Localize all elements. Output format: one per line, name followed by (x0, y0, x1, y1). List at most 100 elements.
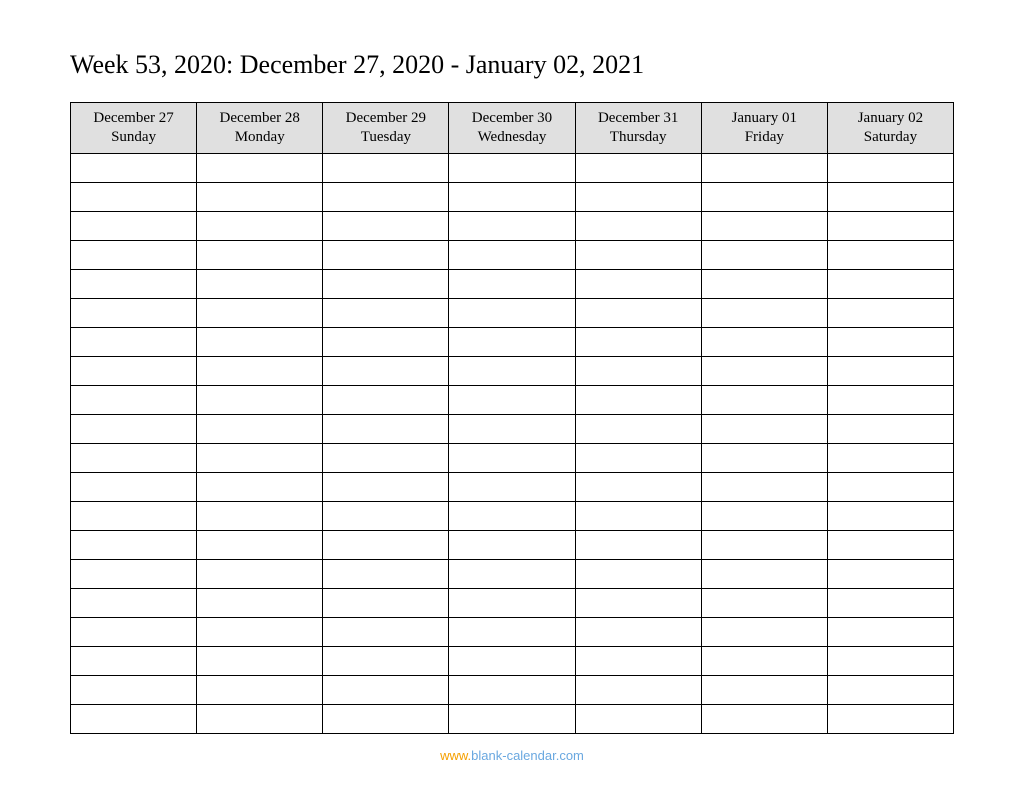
calendar-cell (449, 269, 575, 298)
calendar-cell (323, 153, 449, 182)
calendar-cell (449, 530, 575, 559)
calendar-cell (575, 675, 701, 704)
table-row (71, 269, 954, 298)
calendar-cell (701, 559, 827, 588)
calendar-cell (827, 327, 953, 356)
calendar-cell (323, 472, 449, 501)
table-row (71, 472, 954, 501)
calendar-cell (701, 153, 827, 182)
calendar-cell (323, 182, 449, 211)
calendar-cell (71, 211, 197, 240)
calendar-cell (323, 269, 449, 298)
column-header-monday: December 28 Monday (197, 103, 323, 154)
header-day: Tuesday (327, 128, 444, 147)
table-row (71, 182, 954, 211)
calendar-cell (701, 182, 827, 211)
calendar-cell (197, 240, 323, 269)
header-date: January 02 (832, 109, 949, 128)
calendar-cell (701, 298, 827, 327)
calendar-cell (323, 559, 449, 588)
header-day: Monday (201, 128, 318, 147)
calendar-cell (701, 501, 827, 530)
table-row (71, 240, 954, 269)
table-row (71, 327, 954, 356)
calendar-header-row: December 27 Sunday December 28 Monday De… (71, 103, 954, 154)
calendar-cell (575, 530, 701, 559)
column-header-sunday: December 27 Sunday (71, 103, 197, 154)
calendar-cell (323, 588, 449, 617)
calendar-cell (71, 530, 197, 559)
calendar-cell (71, 269, 197, 298)
column-header-friday: January 01 Friday (701, 103, 827, 154)
calendar-cell (701, 327, 827, 356)
table-row (71, 414, 954, 443)
calendar-cell (323, 356, 449, 385)
calendar-cell (827, 211, 953, 240)
calendar-cell (701, 385, 827, 414)
calendar-cell (71, 675, 197, 704)
calendar-cell (71, 414, 197, 443)
calendar-cell (449, 646, 575, 675)
table-row (71, 443, 954, 472)
table-row (71, 298, 954, 327)
calendar-cell (197, 298, 323, 327)
calendar-cell (197, 443, 323, 472)
calendar-cell (575, 327, 701, 356)
calendar-cell (827, 240, 953, 269)
header-date: December 28 (201, 109, 318, 128)
table-row (71, 211, 954, 240)
calendar-cell (71, 385, 197, 414)
calendar-cell (449, 298, 575, 327)
calendar-cell (827, 675, 953, 704)
calendar-cell (449, 182, 575, 211)
calendar-cell (575, 385, 701, 414)
calendar-cell (449, 472, 575, 501)
calendar-cell (449, 559, 575, 588)
calendar-cell (449, 675, 575, 704)
calendar-cell (701, 675, 827, 704)
calendar-cell (71, 501, 197, 530)
calendar-cell (71, 443, 197, 472)
column-header-tuesday: December 29 Tuesday (323, 103, 449, 154)
calendar-cell (575, 443, 701, 472)
header-date: December 29 (327, 109, 444, 128)
calendar-cell (449, 385, 575, 414)
calendar-cell (197, 501, 323, 530)
calendar-cell (827, 182, 953, 211)
calendar-cell (449, 501, 575, 530)
table-row (71, 646, 954, 675)
calendar-cell (827, 356, 953, 385)
calendar-cell (197, 414, 323, 443)
calendar-cell (323, 211, 449, 240)
calendar-cell (323, 240, 449, 269)
calendar-cell (575, 269, 701, 298)
calendar-cell (827, 472, 953, 501)
calendar-cell (449, 211, 575, 240)
calendar-cell (71, 646, 197, 675)
footer-www: www. (440, 748, 471, 763)
calendar-cell (449, 588, 575, 617)
calendar-cell (323, 617, 449, 646)
calendar-cell (449, 327, 575, 356)
calendar-cell (701, 240, 827, 269)
calendar-cell (827, 501, 953, 530)
calendar-cell (827, 414, 953, 443)
calendar-cell (575, 588, 701, 617)
calendar-cell (575, 356, 701, 385)
calendar-cell (449, 356, 575, 385)
calendar-cell (827, 443, 953, 472)
calendar-cell (323, 704, 449, 733)
weekly-calendar-table: December 27 Sunday December 28 Monday De… (70, 102, 954, 734)
calendar-cell (827, 298, 953, 327)
calendar-cell (827, 588, 953, 617)
table-row (71, 385, 954, 414)
calendar-cell (701, 704, 827, 733)
calendar-cell (197, 269, 323, 298)
calendar-cell (449, 414, 575, 443)
calendar-cell (701, 414, 827, 443)
calendar-cell (197, 530, 323, 559)
calendar-cell (197, 472, 323, 501)
header-date: December 27 (75, 109, 192, 128)
calendar-cell (197, 617, 323, 646)
calendar-cell (71, 327, 197, 356)
